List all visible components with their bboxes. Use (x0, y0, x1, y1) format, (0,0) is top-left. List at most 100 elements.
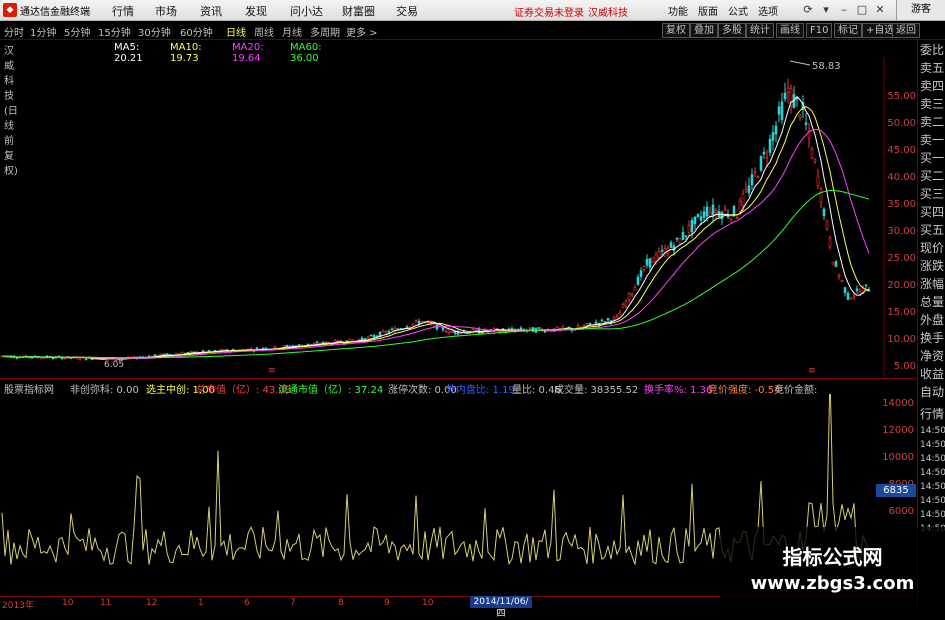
side-item[interactable]: 14:50 (920, 466, 945, 480)
side-item[interactable]: 收益 (920, 366, 944, 382)
period-monthly[interactable]: 月线 (282, 24, 302, 39)
mark-button[interactable]: 标记 (834, 23, 862, 38)
menu-ask[interactable]: 问小达 (290, 3, 323, 19)
candle-body (606, 318, 610, 321)
candle-body (255, 347, 259, 350)
candle-body (855, 288, 859, 292)
side-item[interactable]: 卖四 (920, 78, 944, 94)
period-more[interactable]: 更多 > (346, 24, 378, 39)
low-price-label: 6.05 (104, 360, 124, 370)
candle-body (768, 138, 772, 153)
side-item[interactable]: 总量 (920, 294, 944, 310)
side-item[interactable]: 涨幅 (920, 276, 944, 292)
side-item[interactable]: 买二 (920, 168, 944, 184)
candle-body (762, 151, 766, 155)
date-axis-label: 8 (338, 598, 344, 608)
period-weekly[interactable]: 周线 (254, 24, 274, 39)
period-30min[interactable]: 30分钟 (138, 24, 171, 39)
adjust-button[interactable]: 复权 (662, 23, 690, 38)
side-item[interactable]: 卖二 (920, 114, 944, 130)
candle-body (285, 344, 289, 347)
side-item[interactable]: 自动 (920, 384, 944, 400)
period-15min[interactable]: 15分钟 (98, 24, 131, 39)
candle-body (414, 320, 418, 322)
candle-body (780, 101, 784, 120)
menu-wealth[interactable]: 财富圈 (342, 3, 375, 19)
candle-body (837, 274, 841, 277)
refresh-icon[interactable]: ⟳ (800, 2, 816, 17)
menu-news[interactable]: 资讯 (200, 3, 222, 19)
candle-body (657, 251, 661, 258)
side-item[interactable]: 净资 (920, 348, 944, 364)
side-item[interactable]: 现价 (920, 240, 944, 256)
f10-button[interactable]: F10 (806, 23, 833, 38)
overlay-button[interactable]: 叠加 (690, 23, 718, 38)
minimize-icon[interactable]: – (836, 2, 852, 17)
maximize-icon[interactable]: □ (854, 2, 870, 17)
side-item[interactable]: 买四 (920, 204, 944, 220)
price-axis-label: 55.00 (887, 91, 916, 102)
candle-body (582, 325, 586, 327)
menu-layout[interactable]: 版面 (698, 3, 718, 18)
side-item[interactable]: 卖三 (920, 96, 944, 112)
candle-body (207, 350, 211, 352)
side-item[interactable]: 14:50 (920, 452, 945, 466)
high-price-label: 58.83 (812, 61, 841, 72)
period-timeshare[interactable]: 分时 (4, 24, 24, 39)
side-item[interactable]: 卖五 (920, 60, 944, 76)
menu-quotes[interactable]: 行情 (112, 3, 134, 19)
draw-button[interactable]: 画线 (776, 23, 804, 38)
candle-body (411, 323, 415, 326)
candle-body (366, 336, 370, 339)
menu-formula[interactable]: 公式 (728, 3, 748, 18)
menu-function[interactable]: 功能 (668, 3, 688, 18)
candle-body (537, 327, 541, 329)
shirt-icon[interactable]: ▾ (818, 2, 834, 17)
stats-button[interactable]: 统计 (746, 23, 774, 38)
candle-body (594, 321, 598, 324)
period-daily[interactable]: 日线 (226, 24, 246, 39)
side-item[interactable]: 14:50 (920, 424, 945, 438)
period-5min[interactable]: 5分钟 (64, 24, 90, 39)
candle-body (810, 148, 814, 159)
price-axis-label: 35.00 (887, 199, 916, 210)
guest-label[interactable]: 游客 (896, 0, 945, 20)
side-item[interactable]: 卖一 (920, 132, 944, 148)
menu-discover[interactable]: 发现 (245, 3, 267, 19)
menu-options[interactable]: 选项 (758, 3, 778, 18)
period-multi[interactable]: 多周期 (310, 24, 340, 39)
candle-body (687, 225, 691, 234)
side-item[interactable]: 换手 (920, 330, 944, 346)
side-item[interactable]: 外盘 (920, 312, 944, 328)
period-1min[interactable]: 1分钟 (30, 24, 56, 39)
candle-body (765, 156, 769, 159)
candle-body (654, 254, 658, 262)
side-item[interactable]: 买一 (920, 150, 944, 166)
ma10-line (1, 106, 870, 360)
side-item[interactable]: 委比 (920, 42, 944, 58)
side-item[interactable]: 14:50 (920, 508, 945, 522)
side-item[interactable]: 14:50 (920, 494, 945, 508)
side-item[interactable]: 14:50 (920, 438, 945, 452)
candle-body (51, 357, 55, 360)
close-icon[interactable]: ✕ (872, 2, 888, 17)
period-60min[interactable]: 60分钟 (180, 24, 213, 39)
side-item[interactable]: 买五 (920, 222, 944, 238)
kline-chart[interactable]: 58.83 6.05 ≡ ≡ (0, 57, 916, 377)
side-item[interactable]: 行情 (920, 406, 944, 422)
candle-body (390, 328, 394, 331)
candle-body (783, 92, 787, 100)
candle-body (633, 287, 637, 291)
candle-body (714, 210, 718, 213)
candle-body (693, 216, 697, 225)
menu-trade[interactable]: 交易 (396, 3, 418, 19)
side-item[interactable]: 14:50 (920, 480, 945, 494)
candle-body (273, 345, 277, 349)
login-status[interactable]: 证券交易未登录 (514, 4, 584, 19)
side-item[interactable]: 涨跌 (920, 258, 944, 274)
multi-stock-button[interactable]: 多股 (718, 23, 746, 38)
menu-market[interactable]: 市场 (155, 3, 177, 19)
back-button[interactable]: 返回 (892, 23, 920, 38)
candle-body (846, 292, 850, 300)
side-item[interactable]: 买三 (920, 186, 944, 202)
